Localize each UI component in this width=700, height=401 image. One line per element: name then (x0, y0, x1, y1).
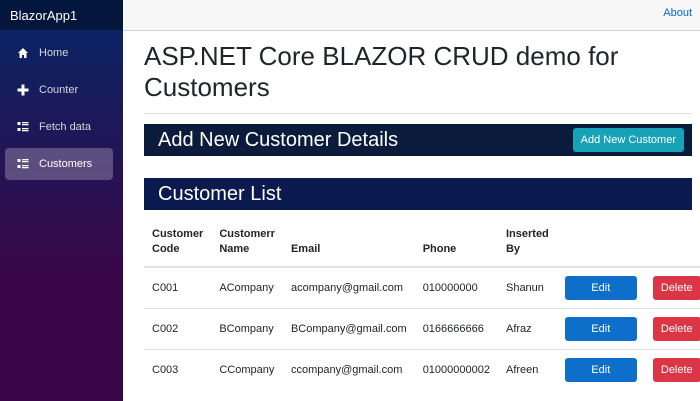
column-header-edit (556, 210, 645, 268)
cell-edit: Edit (556, 308, 645, 350)
nav-item-label: Customers (39, 158, 93, 170)
table-header-row: Customer Code Customerr Name Email Phone… (144, 210, 700, 268)
column-header: Customer Code (144, 210, 212, 268)
nav-item-fetch-data[interactable]: Fetch data (5, 111, 113, 143)
top-row: About (123, 0, 700, 31)
list-icon (15, 156, 31, 172)
nav-item-counter[interactable]: Counter (5, 74, 113, 106)
cell-email: BCompany@gmail.com (282, 308, 415, 350)
cell-edit: Edit (557, 267, 645, 309)
edit-button[interactable]: Edit (564, 276, 637, 300)
nav-item-home[interactable]: Home (5, 37, 113, 69)
delete-button[interactable]: Delete (652, 276, 700, 300)
nav-item-label: Counter (39, 84, 79, 96)
cell-phone: 010000000 (422, 282, 478, 294)
edit-button[interactable]: Edit (564, 317, 637, 341)
about-link[interactable]: About (663, 7, 692, 19)
cell-inserted-by: Afreen (497, 349, 557, 390)
cell-inserted-by: Afraz (497, 308, 557, 350)
cell-phone: 01000000002 (414, 349, 498, 390)
nav-item-label: Fetch data (39, 121, 91, 133)
list-section-title: Customer List (158, 182, 282, 205)
cell-delete: Delete (645, 267, 700, 309)
cell-email: ccompany@gmail.com (282, 349, 415, 390)
cell-name: CCompany (211, 349, 283, 390)
table-row: C003 CCompany ccompany@gmail.com 0100000… (144, 349, 700, 390)
add-customer-section: Add New Customer Details Add New Custome… (144, 124, 692, 156)
column-header-delete (644, 210, 700, 268)
nav-item-label: Home (39, 47, 69, 59)
list-icon (15, 119, 31, 135)
cell-code: C002 (144, 308, 212, 350)
cell-email: acompany@gmail.com (290, 282, 404, 294)
add-new-customer-button[interactable]: Add New Customer (572, 128, 684, 152)
main-content: ASP.NET Core BLAZOR CRUD demo for Custom… (144, 30, 700, 390)
column-header: Inserted By (497, 210, 557, 268)
home-icon (15, 45, 31, 61)
add-section-title: Add New Customer Details (158, 128, 399, 151)
column-header: Phone (414, 210, 498, 268)
cell-delete: Delete (644, 349, 700, 390)
brand-bar: BlazorApp1 (0, 0, 123, 30)
edit-button[interactable]: Edit (564, 358, 637, 382)
delete-button[interactable]: Delete (652, 317, 700, 341)
table-row: C002 BCompany BCompany@gmail.com 0166666… (144, 308, 700, 350)
nav-item-customers[interactable]: Customers (5, 148, 113, 180)
cell-name: ACompany (219, 282, 274, 294)
cell-delete: Delete (644, 308, 700, 350)
cell-edit: Edit (556, 349, 645, 390)
table-row: C001 ACompany acompany@gmail.com 0100000… (144, 267, 700, 309)
nav-menu: Home Counter Fetch data Customers (0, 30, 123, 180)
delete-button[interactable]: Delete (652, 358, 700, 382)
column-header: Email (282, 210, 415, 268)
cell-phone: 0166666666 (414, 308, 498, 350)
customer-list-section: Customer List (144, 178, 692, 210)
page-title: ASP.NET Core BLAZOR CRUD demo for Custom… (144, 41, 619, 102)
divider (144, 113, 692, 114)
sidebar: BlazorApp1 Home Counter Fetch data Custo… (0, 0, 123, 401)
plus-icon (15, 82, 31, 98)
cell-code: C001 (152, 282, 179, 294)
cell-name: BCompany (211, 308, 283, 350)
column-header: Customerr Name (211, 210, 283, 268)
customer-table: Customer Code Customerr Name Email Phone… (144, 210, 700, 390)
brand-link[interactable]: BlazorApp1 (10, 8, 77, 23)
cell-inserted-by: Shanun (505, 282, 544, 294)
cell-code: C003 (144, 349, 212, 390)
